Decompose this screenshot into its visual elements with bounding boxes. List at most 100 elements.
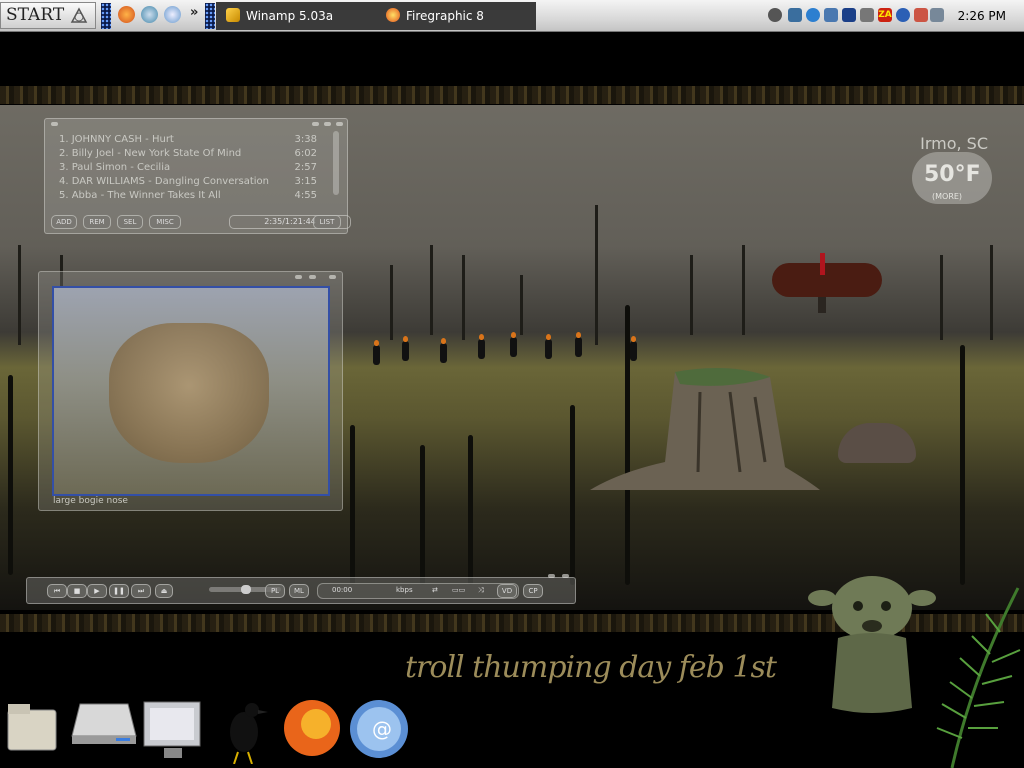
main-minimize-icon[interactable] [548, 574, 555, 578]
task-list: Winamp 5.03a Firegraphic 8 [216, 2, 536, 30]
start-button[interactable]: START [0, 2, 96, 29]
video-display[interactable] [52, 286, 330, 496]
playlist-item[interactable]: 5. Abba - The Winner Takes It All 4:55 [59, 190, 335, 204]
main-close-icon[interactable] [562, 574, 569, 578]
firefox-icon [386, 8, 400, 22]
video-close-icon[interactable] [329, 275, 336, 279]
browser-dock-icon[interactable]: @ [348, 698, 408, 758]
antivirus-icon[interactable] [914, 8, 928, 22]
torch [545, 334, 552, 359]
settings-icon[interactable] [860, 8, 874, 22]
hard-drive-icon [71, 703, 137, 744]
network-icon[interactable] [788, 8, 802, 22]
next-button[interactable]: ⏭ [131, 584, 151, 598]
dead-tree [390, 265, 393, 340]
playlist-sel-button[interactable]: SEL [117, 215, 143, 229]
firefox-dock-icon[interactable] [282, 698, 340, 758]
troll-face-image [109, 323, 269, 463]
dead-tree [462, 255, 465, 340]
video-fullscreen-icon[interactable] [309, 275, 316, 279]
weather-widget[interactable]: Irmo, SC 50°F (MORE) [908, 132, 1000, 208]
firefox-icon [284, 700, 340, 756]
zonealarm-icon[interactable]: ZA [878, 8, 892, 22]
track-duration: 3:38 [294, 134, 317, 145]
folder-dock-icon[interactable] [4, 698, 62, 758]
task-winamp[interactable]: Winamp 5.03a [226, 4, 333, 28]
track-title: 5. Abba - The Winner Takes It All [59, 190, 221, 201]
messenger-icon[interactable] [824, 8, 838, 22]
play-button[interactable]: ▶ [87, 584, 107, 598]
pause-button[interactable]: ❚❚ [109, 584, 129, 598]
drive-dock-icon[interactable] [70, 698, 137, 758]
video-toggle-button[interactable]: VD [497, 584, 517, 598]
repeat-icon[interactable]: ⇄ [432, 586, 438, 594]
wallpaper-border-top [0, 86, 1024, 104]
playlist-list-button[interactable]: LIST [313, 215, 341, 229]
task-firegraphic[interactable]: Firegraphic 8 [386, 4, 484, 28]
playlist-shade-icon[interactable] [324, 122, 331, 126]
winamp-video-window[interactable]: large bogie nose [38, 271, 343, 511]
winamp-main-window[interactable]: ⏮ ■ ▶ ❚❚ ⏭ ⏏ PL ML 00:00 kbps ⇄ ▭▭ ⤨ VD … [26, 574, 576, 604]
track-title: 4. DAR WILLIAMS - Dangling Conversation [59, 176, 269, 187]
desktop-quicklaunch-icon[interactable] [164, 6, 181, 23]
firefox-quicklaunch-icon[interactable] [118, 6, 135, 23]
cattail-reed [570, 405, 575, 585]
dead-tree [430, 245, 433, 335]
dead-tree [595, 205, 598, 345]
troll-figure-image [808, 576, 936, 713]
dead-tree [990, 245, 993, 340]
dead-tree [18, 245, 21, 345]
video-caption: large bogie nose [53, 496, 128, 506]
quicklaunch-overflow-icon[interactable]: » [190, 5, 198, 20]
dead-tree [742, 245, 745, 335]
track-duration: 6:02 [294, 148, 317, 159]
torch [402, 336, 409, 361]
previous-button[interactable]: ⏮ [47, 584, 67, 598]
shuffle-icon[interactable]: ⤨ [478, 586, 484, 595]
playlist-close-icon[interactable] [336, 122, 343, 126]
player-kbps: kbps [396, 586, 413, 594]
cp-button[interactable]: CP [523, 584, 543, 598]
eq-icon[interactable]: ▭▭ [452, 586, 465, 594]
playlist-minimize-icon[interactable] [312, 122, 319, 126]
media-library-button[interactable]: ML [289, 584, 309, 598]
browser-quicklaunch-icon[interactable] [141, 6, 158, 23]
stop-button[interactable]: ■ [67, 584, 87, 598]
triquetra-icon [70, 7, 88, 23]
track-title: 1. JOHNNY CASH - Hurt [59, 134, 174, 145]
playlist-misc-button[interactable]: MISC [149, 215, 181, 229]
video-minimize-icon[interactable] [295, 275, 302, 279]
shield-icon[interactable] [896, 8, 910, 22]
crow-dock-icon[interactable] [214, 698, 272, 765]
playlist-item[interactable]: 4. DAR WILLIAMS - Dangling Conversation 3… [59, 176, 335, 190]
volume-icon[interactable] [768, 8, 782, 22]
clock[interactable]: 2:26 PM [958, 9, 1006, 23]
torch [478, 334, 485, 359]
playlist-scrollbar[interactable] [333, 131, 339, 195]
update-icon[interactable] [806, 8, 820, 22]
weather-more-link[interactable]: (MORE) [932, 192, 962, 201]
start-label: START [6, 5, 65, 25]
playlist-toggle-button[interactable]: PL [265, 584, 285, 598]
playlist-item[interactable]: 2. Billy Joel - New York State Of Mind 6:… [59, 148, 335, 162]
tools-icon[interactable] [930, 8, 944, 22]
playlist-add-button[interactable]: ADD [51, 215, 77, 229]
track-duration: 2:57 [294, 162, 317, 173]
computer-dock-icon[interactable] [140, 698, 201, 758]
track-title: 3. Paul Simon - Cecilia [59, 162, 171, 173]
playlist-menu-icon[interactable] [51, 122, 58, 126]
playlist-item[interactable]: 1. JOHNNY CASH - Hurt 3:38 [59, 134, 335, 148]
dead-tree [940, 255, 943, 340]
eject-button[interactable]: ⏏ [155, 584, 173, 598]
cattail-reed [350, 425, 355, 585]
playlist-rem-button[interactable]: REM [83, 215, 111, 229]
winamp-playlist-window[interactable]: 1. JOHNNY CASH - Hurt 3:38 2. Billy Joel … [44, 118, 351, 234]
cattail-reed [960, 345, 965, 585]
user-icon[interactable] [842, 8, 856, 22]
playlist-item[interactable]: 3. Paul Simon - Cecilia 2:57 [59, 162, 335, 176]
wallpaper-motto: troll thumping day feb 1st [405, 650, 777, 685]
taskbar-grip[interactable] [205, 3, 215, 29]
monitor-icon [143, 701, 201, 758]
player-display: 00:00 kbps ⇄ ▭▭ ⤨ [317, 583, 519, 599]
taskbar-grip[interactable] [101, 3, 111, 29]
